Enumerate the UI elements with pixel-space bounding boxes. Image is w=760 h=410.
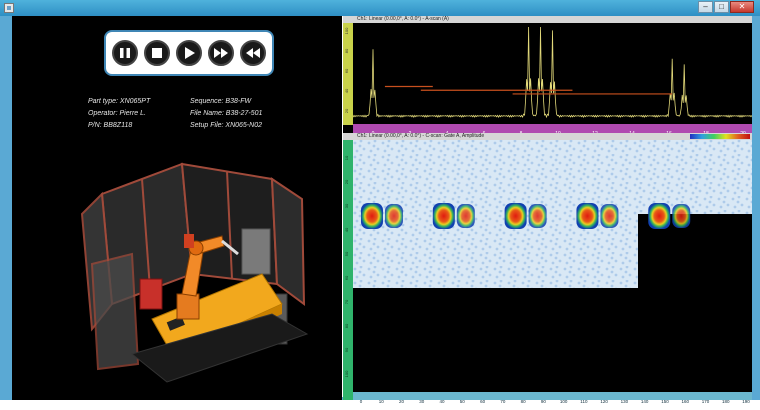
stop-icon [152, 48, 162, 58]
cscan-y-tick-label: 10 [344, 155, 349, 160]
ascan-y-tick-label: 20 [344, 108, 349, 113]
ascan-header: Ch1: Linear (0.00,0°, A: 0.0°) - A-scan … [343, 16, 752, 23]
ascan-y-tick-label: 40 [344, 88, 349, 93]
rewind-button[interactable] [240, 40, 266, 66]
window-frame-right [752, 16, 760, 400]
part-number-label: P/N: BB8Z118 [88, 122, 133, 129]
cscan-x-axis[interactable]: 0 10 20 30 40 50 60 70 80 90 100 110 120 130 140 150 160… [353, 392, 752, 404]
stop-button[interactable] [144, 40, 170, 66]
cscan-y-tick-label: 20 [344, 179, 349, 184]
cscan-y-tick-label: 30 [344, 203, 349, 208]
operator-label: Operator: Pierre L. [88, 110, 146, 117]
app-icon [4, 3, 14, 13]
part-info-right: Sequence: B38-FW File Name: B38-27-501 S… [190, 96, 262, 132]
play-icon [185, 47, 195, 59]
part-info-left: Part type: XN065PT Operator: Pierre L. P… [88, 96, 150, 132]
cscan-defect-indication [456, 204, 475, 228]
ascan-plot[interactable] [353, 23, 752, 124]
cscan-defect-indication [528, 204, 547, 228]
pause-icon [120, 48, 130, 58]
ascan-y-tick-label: 80 [344, 48, 349, 53]
ascan-waveform [353, 26, 752, 119]
cscan-y-tick-label: 80 [344, 323, 349, 328]
cscan-y-ticks: 10 20 30 40 50 60 70 80 90 100 [344, 155, 349, 377]
ascan-y-axis[interactable]: 100 80 60 40 20 [343, 23, 353, 125]
cscan-y-tick-label: 100 [344, 370, 349, 377]
cscan-pane[interactable]: Ch1: Linear (0.00,0°, A: 0.0°) - C-scan:… [343, 133, 752, 404]
cscan-y-tick-label: 50 [344, 251, 349, 256]
ascan-x-axis[interactable]: 02468101214161820 [353, 124, 752, 137]
rewind-icon [246, 48, 260, 58]
cscan-y-axis[interactable]: 10 20 30 40 50 60 70 80 90 100 [343, 140, 353, 400]
fast-forward-button[interactable] [208, 40, 234, 66]
window-controls: – □ ✕ [697, 1, 754, 14]
cell-3d-view-pane[interactable]: Part type: XN065PT Operator: Pierre L. P… [12, 16, 342, 400]
ascan-y-tick-label: 60 [344, 68, 349, 73]
file-name-label: File Name: B38-27-501 [190, 110, 263, 117]
playback-controls [104, 30, 274, 76]
maximize-button[interactable]: □ [714, 1, 729, 13]
play-button[interactable] [176, 40, 202, 66]
ascan-pane[interactable]: Ch1: Linear (0.00,0°, A: 0.0°) - A-scan … [343, 16, 752, 137]
cscan-image [353, 140, 752, 288]
minimize-button[interactable]: – [698, 1, 713, 13]
cscan-defect-indication [432, 203, 455, 229]
cscan-defect-indication [384, 204, 403, 228]
window-frame-left [0, 16, 12, 400]
ascan-y-tick-label: 100 [344, 27, 349, 34]
close-button[interactable]: ✕ [730, 1, 754, 13]
part-type-label: Part type: XN065PT [88, 98, 151, 105]
cscan-y-tick-label: 90 [344, 347, 349, 352]
cscan-defect-indication [648, 203, 671, 229]
cscan-y-tick-label: 70 [344, 299, 349, 304]
color-palette[interactable] [690, 134, 750, 139]
cscan-defect-indication [600, 204, 619, 228]
title-bar[interactable]: – □ ✕ [0, 0, 760, 16]
fast-forward-icon [214, 48, 228, 58]
sequence-label: Sequence: B38-FW [190, 98, 252, 105]
cscan-defect-indication [576, 203, 599, 229]
ascan-y-ticks: 100 80 60 40 20 [344, 27, 349, 113]
cscan-y-tick-label: 60 [344, 275, 349, 280]
cscan-defect-indication [504, 203, 527, 229]
cscan-defect-indication [672, 204, 691, 228]
cscan-defect-indication [360, 203, 383, 229]
cscan-plot[interactable] [353, 140, 752, 392]
cscan-x-ticks: 0 10 20 30 40 50 60 70 80 90 100 110 120 130 140 150 160… [360, 399, 751, 404]
app-window: – □ ✕ Part type: XN065PT Operator: Pierr… [0, 0, 760, 404]
cscan-y-tick-label: 40 [344, 227, 349, 232]
setup-file-label: Setup File: XN065-N02 [190, 122, 262, 129]
robot-cell-3d-model[interactable] [72, 154, 327, 389]
pause-button[interactable] [112, 40, 138, 66]
